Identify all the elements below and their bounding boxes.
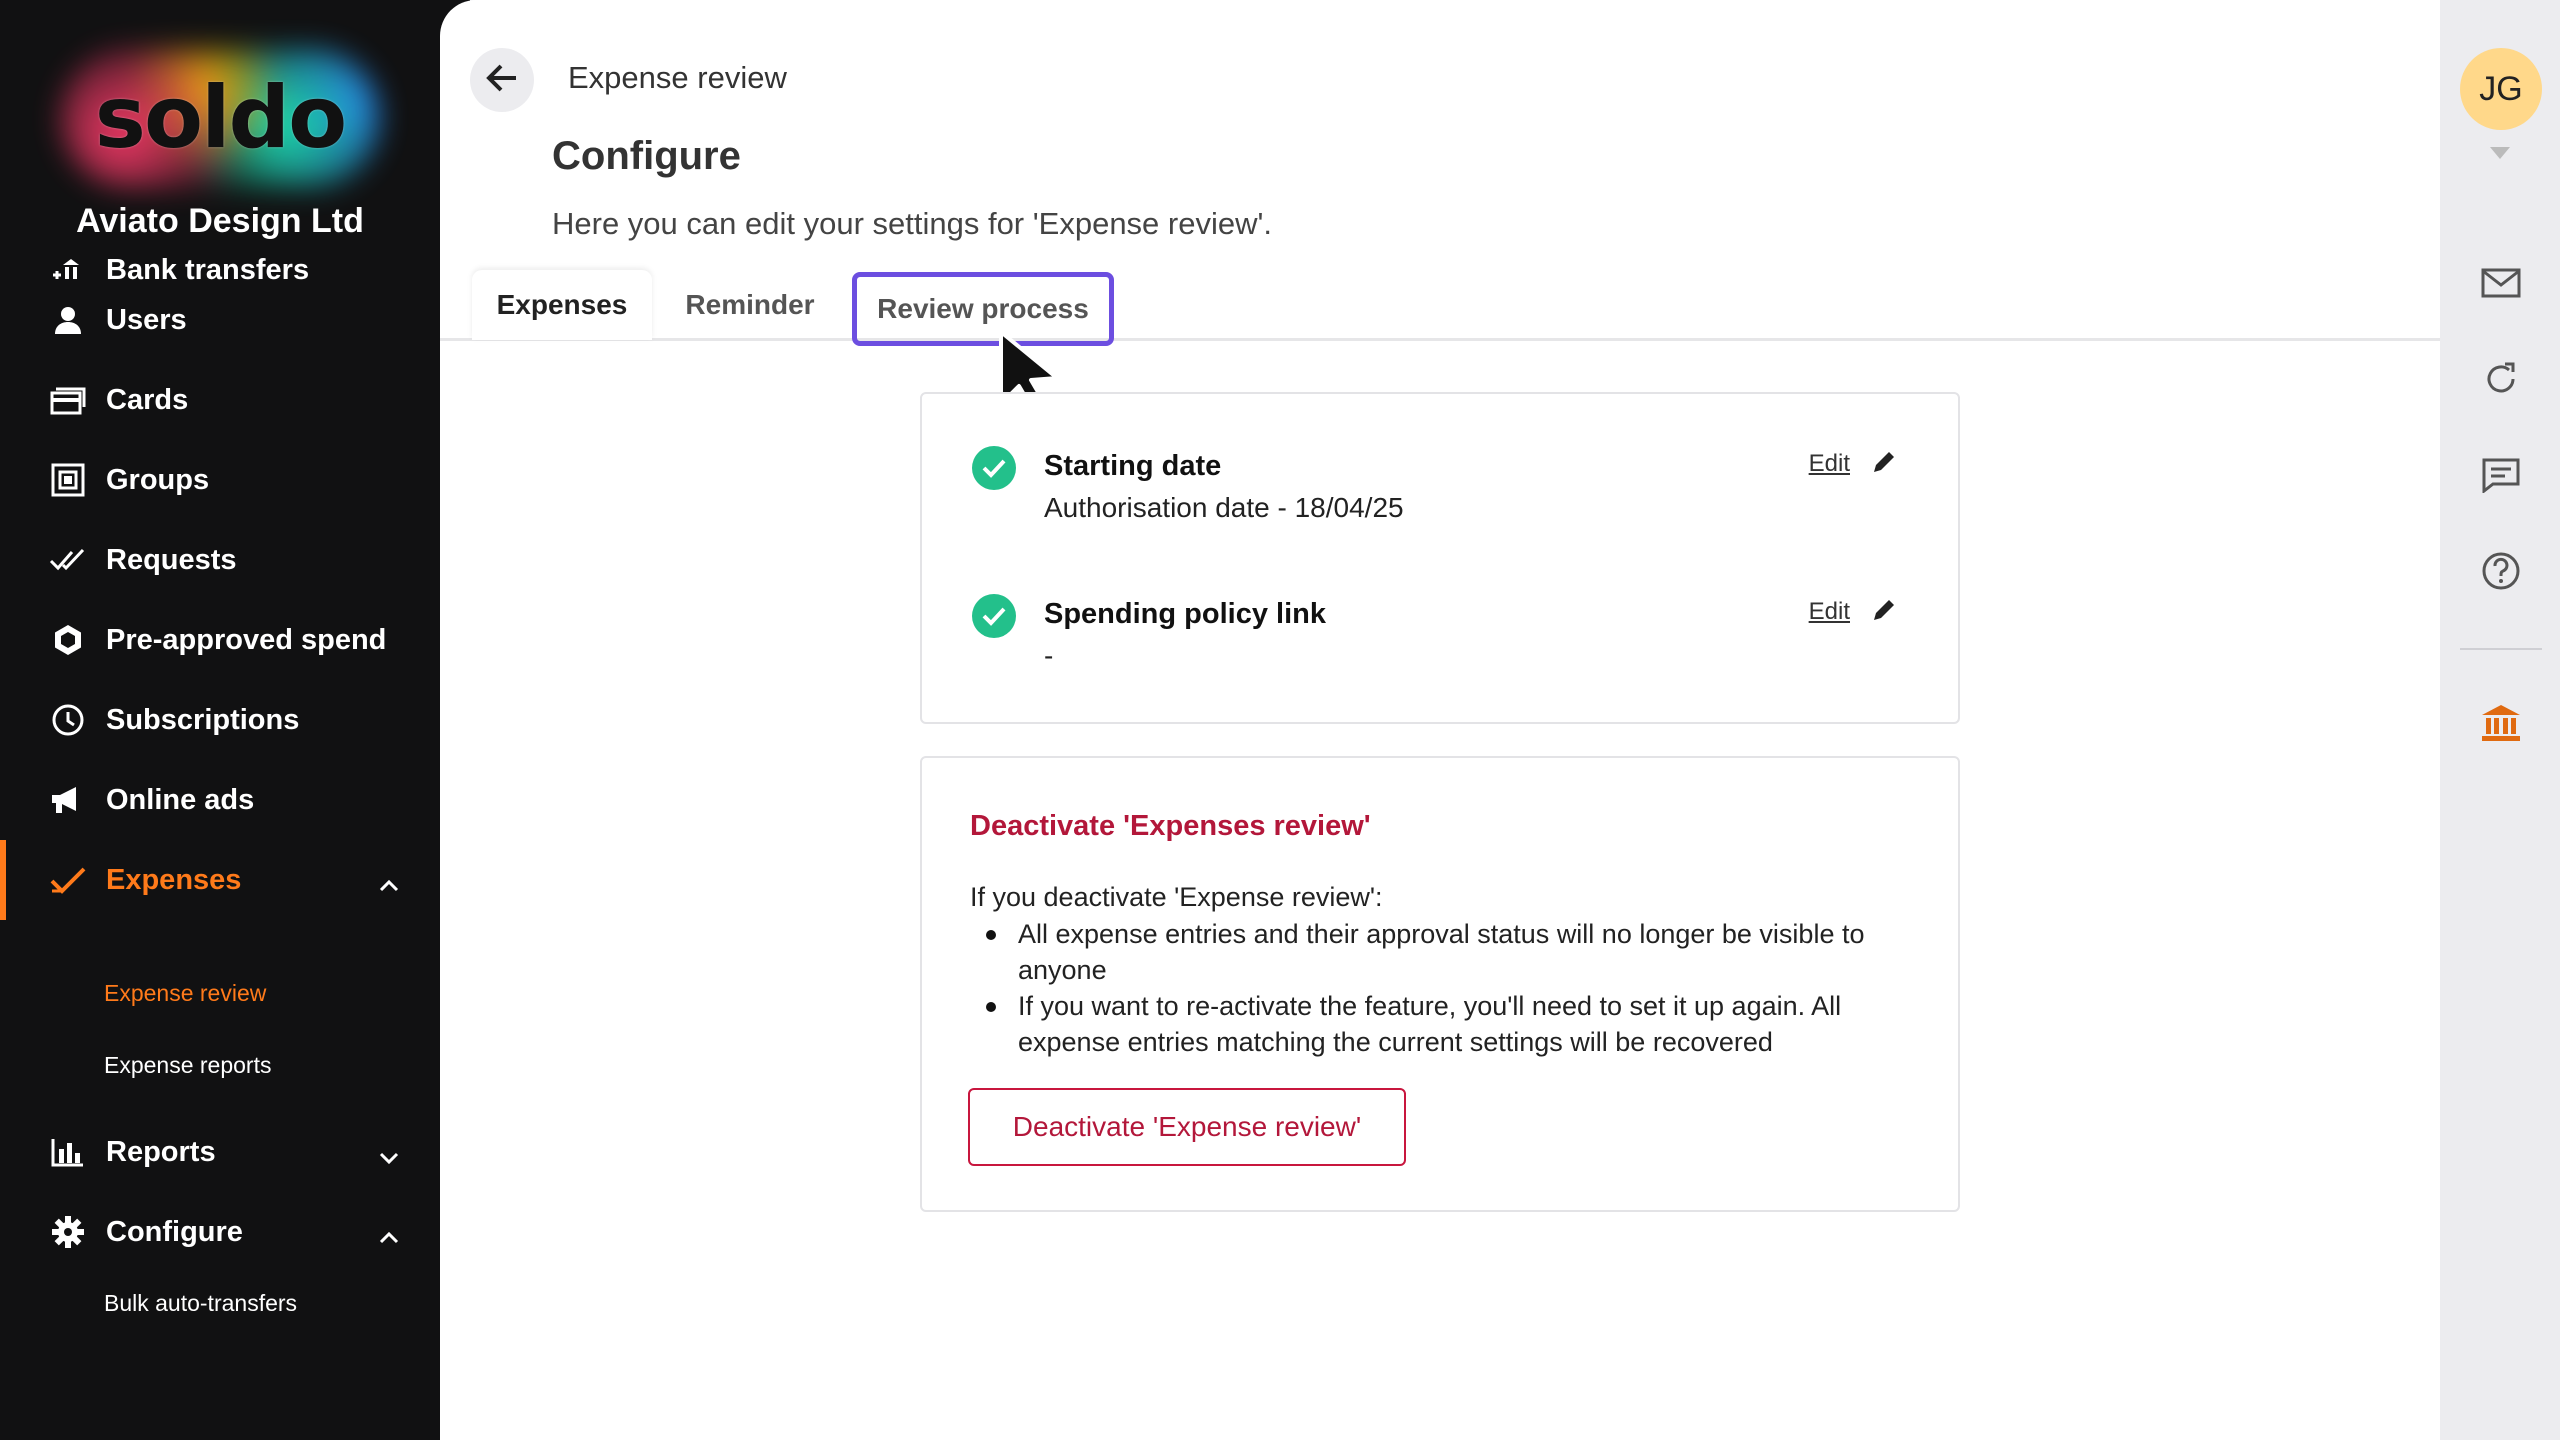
- pencil-icon[interactable]: [1870, 596, 1898, 629]
- user-icon: [48, 300, 88, 340]
- sidebar-item-label: Online ads: [106, 783, 255, 816]
- bank-transfer-icon: [48, 250, 88, 290]
- tab-review-process[interactable]: Review process: [852, 272, 1114, 346]
- rail-divider: [2460, 648, 2542, 650]
- setting-value: -: [1044, 640, 1054, 671]
- deactivate-bullets: All expense entries and their approval s…: [970, 916, 1930, 1060]
- company-name: Aviato Design Ltd: [76, 202, 364, 240]
- right-rail: JG: [2440, 0, 2560, 1440]
- setting-row-spending-policy: Spending policy link - Edit: [972, 594, 1908, 684]
- sidebar-item-users[interactable]: Users: [0, 290, 440, 350]
- setting-row-starting-date: Starting date Authorisation date - 18/04…: [972, 446, 1908, 536]
- bank-icon[interactable]: [2478, 700, 2524, 746]
- tab-expenses[interactable]: Expenses: [472, 270, 652, 340]
- sidebar-item-label: Pre-approved spend: [106, 623, 387, 656]
- avatar[interactable]: JG: [2460, 48, 2542, 130]
- sidebar-item-configure[interactable]: Configure: [0, 1202, 440, 1262]
- sidebar-subitem-expense-reports[interactable]: Expense reports: [104, 1052, 271, 1079]
- sidebar-item-groups[interactable]: Groups: [0, 450, 440, 510]
- logo-text: soldo: [94, 68, 347, 168]
- sidebar-item-label: Expenses: [106, 863, 242, 896]
- brand: soldo Aviato Design Ltd: [0, 0, 440, 270]
- pencil-icon[interactable]: [1870, 448, 1898, 481]
- deactivate-card: Deactivate 'Expenses review' If you deac…: [920, 756, 1960, 1212]
- list-item: If you want to re-activate the feature, …: [970, 988, 1930, 1060]
- chevron-down-icon[interactable]: [378, 1140, 400, 1173]
- groups-icon: [48, 460, 88, 500]
- clock-icon: [48, 700, 88, 740]
- refresh-icon[interactable]: [2478, 356, 2524, 402]
- hexagon-icon: [48, 620, 88, 660]
- sidebar-item-label: Groups: [106, 463, 210, 496]
- main-content: Expense review Configure Here you can ed…: [440, 0, 2440, 1440]
- check-icon: [48, 860, 88, 900]
- sidebar-item-pre-approved-spend[interactable]: Pre-approved spend: [0, 610, 440, 670]
- back-button[interactable]: [470, 48, 534, 112]
- help-icon[interactable]: [2478, 548, 2524, 594]
- megaphone-icon: [48, 780, 88, 820]
- cards-icon: [48, 380, 88, 420]
- tab-reminder[interactable]: Reminder: [660, 270, 840, 340]
- chevron-up-icon[interactable]: [378, 1220, 400, 1253]
- deactivate-button[interactable]: Deactivate 'Expense review': [968, 1088, 1406, 1166]
- sidebar-item-label: Bank transfers: [106, 253, 310, 286]
- double-check-icon: [48, 540, 88, 580]
- bar-chart-icon: [48, 1132, 88, 1172]
- deactivate-title: Deactivate 'Expenses review': [970, 810, 1371, 842]
- check-circle-icon: [972, 594, 1016, 638]
- mail-icon[interactable]: [2478, 260, 2524, 306]
- page-title: Configure: [552, 134, 741, 178]
- arrow-left-icon: [485, 63, 519, 98]
- chat-icon[interactable]: [2478, 452, 2524, 498]
- setting-title: Spending policy link: [1044, 598, 1326, 630]
- sidebar-item-label: Subscriptions: [106, 703, 300, 736]
- deactivate-intro: If you deactivate 'Expense review':: [970, 882, 1383, 912]
- sidebar-item-label: Configure: [106, 1215, 243, 1248]
- chevron-up-icon[interactable]: [378, 868, 400, 901]
- sidebar: soldo Aviato Design Ltd Bank transfers U…: [0, 0, 470, 1440]
- sidebar-subitem-bulk-auto-transfers[interactable]: Bulk auto-transfers: [104, 1290, 297, 1317]
- sidebar-item-reports[interactable]: Reports: [0, 1122, 440, 1182]
- sidebar-item-label: Cards: [106, 383, 189, 416]
- setting-title: Starting date: [1044, 450, 1222, 482]
- gear-icon: [48, 1212, 88, 1252]
- edit-link[interactable]: Edit: [1809, 450, 1850, 478]
- sidebar-subitem-expense-review[interactable]: Expense review: [104, 980, 266, 1007]
- sidebar-item-label: Requests: [106, 543, 237, 576]
- check-circle-icon: [972, 446, 1016, 490]
- sidebar-item-subscriptions[interactable]: Subscriptions: [0, 690, 440, 750]
- setting-value: Authorisation date - 18/04/25: [1044, 492, 1404, 523]
- sidebar-item-label: Users: [106, 303, 187, 336]
- edit-link[interactable]: Edit: [1809, 598, 1850, 626]
- sidebar-item-label: Reports: [106, 1135, 216, 1168]
- caret-down-icon[interactable]: [2490, 146, 2510, 164]
- sidebar-item-cards[interactable]: Cards: [0, 370, 440, 430]
- page-subtitle: Here you can edit your settings for 'Exp…: [552, 206, 1273, 241]
- list-item: All expense entries and their approval s…: [970, 916, 1930, 988]
- settings-card: Starting date Authorisation date - 18/04…: [920, 392, 1960, 724]
- sidebar-item-online-ads[interactable]: Online ads: [0, 770, 440, 830]
- sidebar-item-requests[interactable]: Requests: [0, 530, 440, 590]
- breadcrumb: Expense review: [568, 60, 787, 95]
- soldo-logo[interactable]: soldo: [60, 48, 380, 188]
- sidebar-item-expenses[interactable]: Expenses: [0, 840, 440, 920]
